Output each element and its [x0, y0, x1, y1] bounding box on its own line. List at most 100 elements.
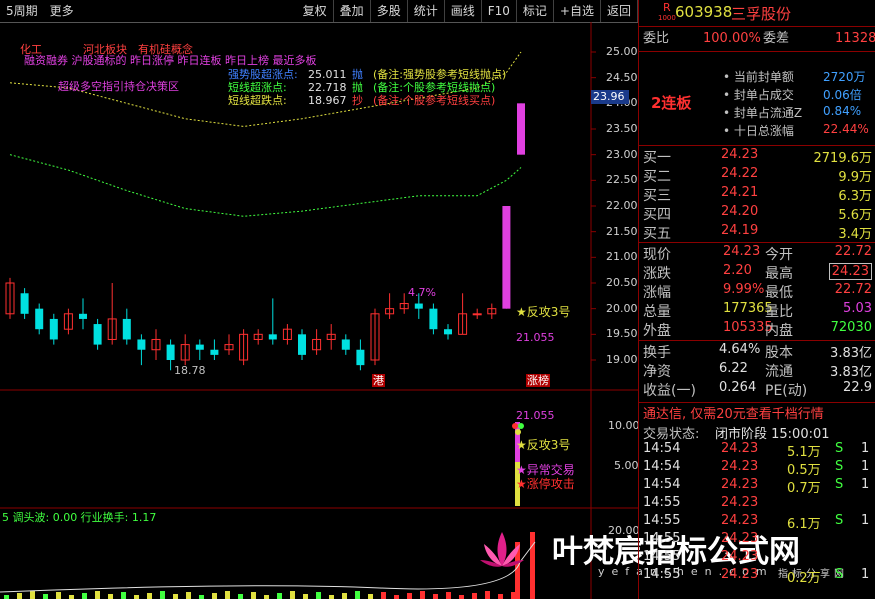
volume-bar — [446, 592, 451, 599]
bid-label: 买五 — [643, 226, 671, 242]
candlestick — [253, 329, 263, 345]
current-price-marker: 23.96 — [591, 90, 629, 104]
seal-value: 2720万 — [823, 70, 866, 84]
candle-body — [444, 329, 452, 335]
candle-body — [35, 308, 44, 330]
draw-line-button[interactable]: 画线 — [445, 0, 482, 22]
price-axis-label: 20.50 — [606, 276, 638, 289]
bid-label: 买三 — [643, 188, 671, 204]
volume-bar — [225, 591, 230, 599]
multi-stock-button[interactable]: 多股 — [371, 0, 408, 22]
price-axis-label: 22.50 — [606, 173, 638, 187]
volume-bar — [472, 593, 477, 599]
weicha-label: 委差 — [763, 31, 790, 46]
candlestick — [429, 303, 438, 335]
mark-button[interactable]: 标记 — [517, 0, 554, 22]
volume-bar — [381, 592, 386, 599]
candle-body — [79, 313, 87, 319]
tick-time: 14:54 — [643, 477, 681, 492]
stat-label: 换手 — [643, 345, 671, 361]
candlestick — [35, 303, 44, 335]
attack-signal: ★反攻3号 — [516, 305, 571, 319]
trade-status-value: 闭市阶段 15:00:01 — [715, 427, 830, 442]
stat-value: 3.83亿 — [830, 346, 872, 361]
tick-price: 24.23 — [721, 567, 759, 582]
candle-body — [502, 206, 511, 309]
stat-label: PE(动) — [765, 383, 808, 399]
price-axis-label: 19.50 — [606, 327, 638, 341]
tick-volume: 0.7万 — [787, 481, 821, 496]
candlestick — [151, 329, 161, 360]
price-axis-label: 21.00 — [606, 250, 638, 264]
legend-note: (备注:个股参考短线买点) — [373, 94, 496, 107]
back-button[interactable]: 返回 — [601, 0, 638, 22]
tick-count: 1 — [861, 567, 870, 582]
overlay-button[interactable]: 叠加 — [334, 0, 371, 22]
stat-label: 最高 — [765, 266, 793, 282]
consecutive-limit-badge: 2连板 — [651, 94, 692, 112]
stat-value: 9.99% — [723, 282, 765, 297]
statistics-button[interactable]: 统计 — [408, 0, 445, 22]
more-button[interactable]: 更多 — [44, 0, 80, 22]
abnormal-trade-signal: ★异常交易 — [516, 463, 575, 477]
legend-value: 18.967 — [308, 94, 347, 107]
volume-bar — [329, 595, 334, 599]
volume-bar — [238, 594, 243, 599]
trade-status-label: 交易状态: — [643, 427, 700, 442]
candle-body — [93, 324, 102, 345]
stock-tags: 融资融券 沪股通标的 昨日涨停 昨日连板 昨日上榜 最近多板 — [24, 54, 317, 67]
stat-value: 4.64% — [719, 342, 761, 357]
volume-bar — [316, 592, 321, 599]
stat-label: 外盘 — [643, 323, 671, 339]
stat-value: 72030 — [830, 320, 872, 335]
stat-value: 22.72 — [834, 282, 872, 297]
stat-value: 5.03 — [843, 301, 872, 316]
tick-side: S — [835, 477, 844, 492]
candlestick — [517, 103, 525, 155]
seal-label: • 当前封单额 — [723, 70, 794, 84]
f10-button[interactable]: F10 — [482, 0, 517, 22]
stock-code[interactable]: 603938 — [675, 3, 732, 21]
candlestick — [5, 277, 15, 319]
candle-body — [517, 103, 525, 155]
stat-value: 2.20 — [723, 263, 752, 278]
legend-name: 短线超涨点: — [228, 81, 287, 94]
add-watchlist-button[interactable]: +自选 — [554, 0, 601, 22]
candlestick — [341, 334, 350, 355]
bid-volume: 3.4万 — [838, 227, 872, 242]
bottom-indicator-line — [0, 541, 536, 593]
tick-count: 1 — [861, 513, 870, 528]
candlestick — [370, 308, 380, 366]
volume-bar — [264, 595, 269, 599]
weibi-row: 委比 100.00% 委差 11328 — [639, 28, 875, 49]
decision-zone-label: 超级多空指引持仓决策区 — [58, 80, 179, 93]
tick-count: 1 — [861, 441, 870, 456]
volume-bar — [342, 593, 347, 599]
candlestick — [312, 329, 322, 355]
candle-body — [166, 344, 175, 360]
candle-body — [429, 308, 438, 330]
candlestick — [444, 324, 452, 340]
candlestick — [79, 298, 87, 330]
promo-link[interactable]: 通达信, 仅需20元查看千档行情 — [643, 403, 824, 422]
price-axis-label: 19.00 — [606, 353, 638, 366]
legend-tag: 抛 — [352, 68, 363, 81]
stock-name[interactable]: 三孚股份 — [731, 3, 791, 24]
price-axis-label: 23.50 — [606, 122, 638, 135]
seal-value: 0.84% — [823, 104, 862, 118]
signal-cluster-icon — [511, 422, 525, 436]
period-button[interactable]: 5周期 — [0, 0, 44, 22]
middle-band-line — [9, 154, 522, 217]
low-price-annotation: 18.78 — [174, 364, 206, 377]
restore-rights-button[interactable]: 复权 — [297, 0, 334, 22]
stat-value: 3.83亿 — [830, 365, 872, 380]
volume-bar — [147, 593, 152, 599]
bid-price: 24.22 — [721, 166, 759, 181]
bid-label: 买一 — [643, 150, 671, 166]
tick-count: 1 — [861, 459, 870, 474]
weibi-value: 100.00% — [703, 31, 761, 46]
candle-body — [472, 313, 482, 316]
tick-time: 14:55 — [643, 549, 681, 564]
quote-panel: R 1000 603938 三孚股份 委比 100.00% 委差 11328 2… — [638, 0, 875, 599]
legend-value: 25.011 — [308, 68, 347, 81]
